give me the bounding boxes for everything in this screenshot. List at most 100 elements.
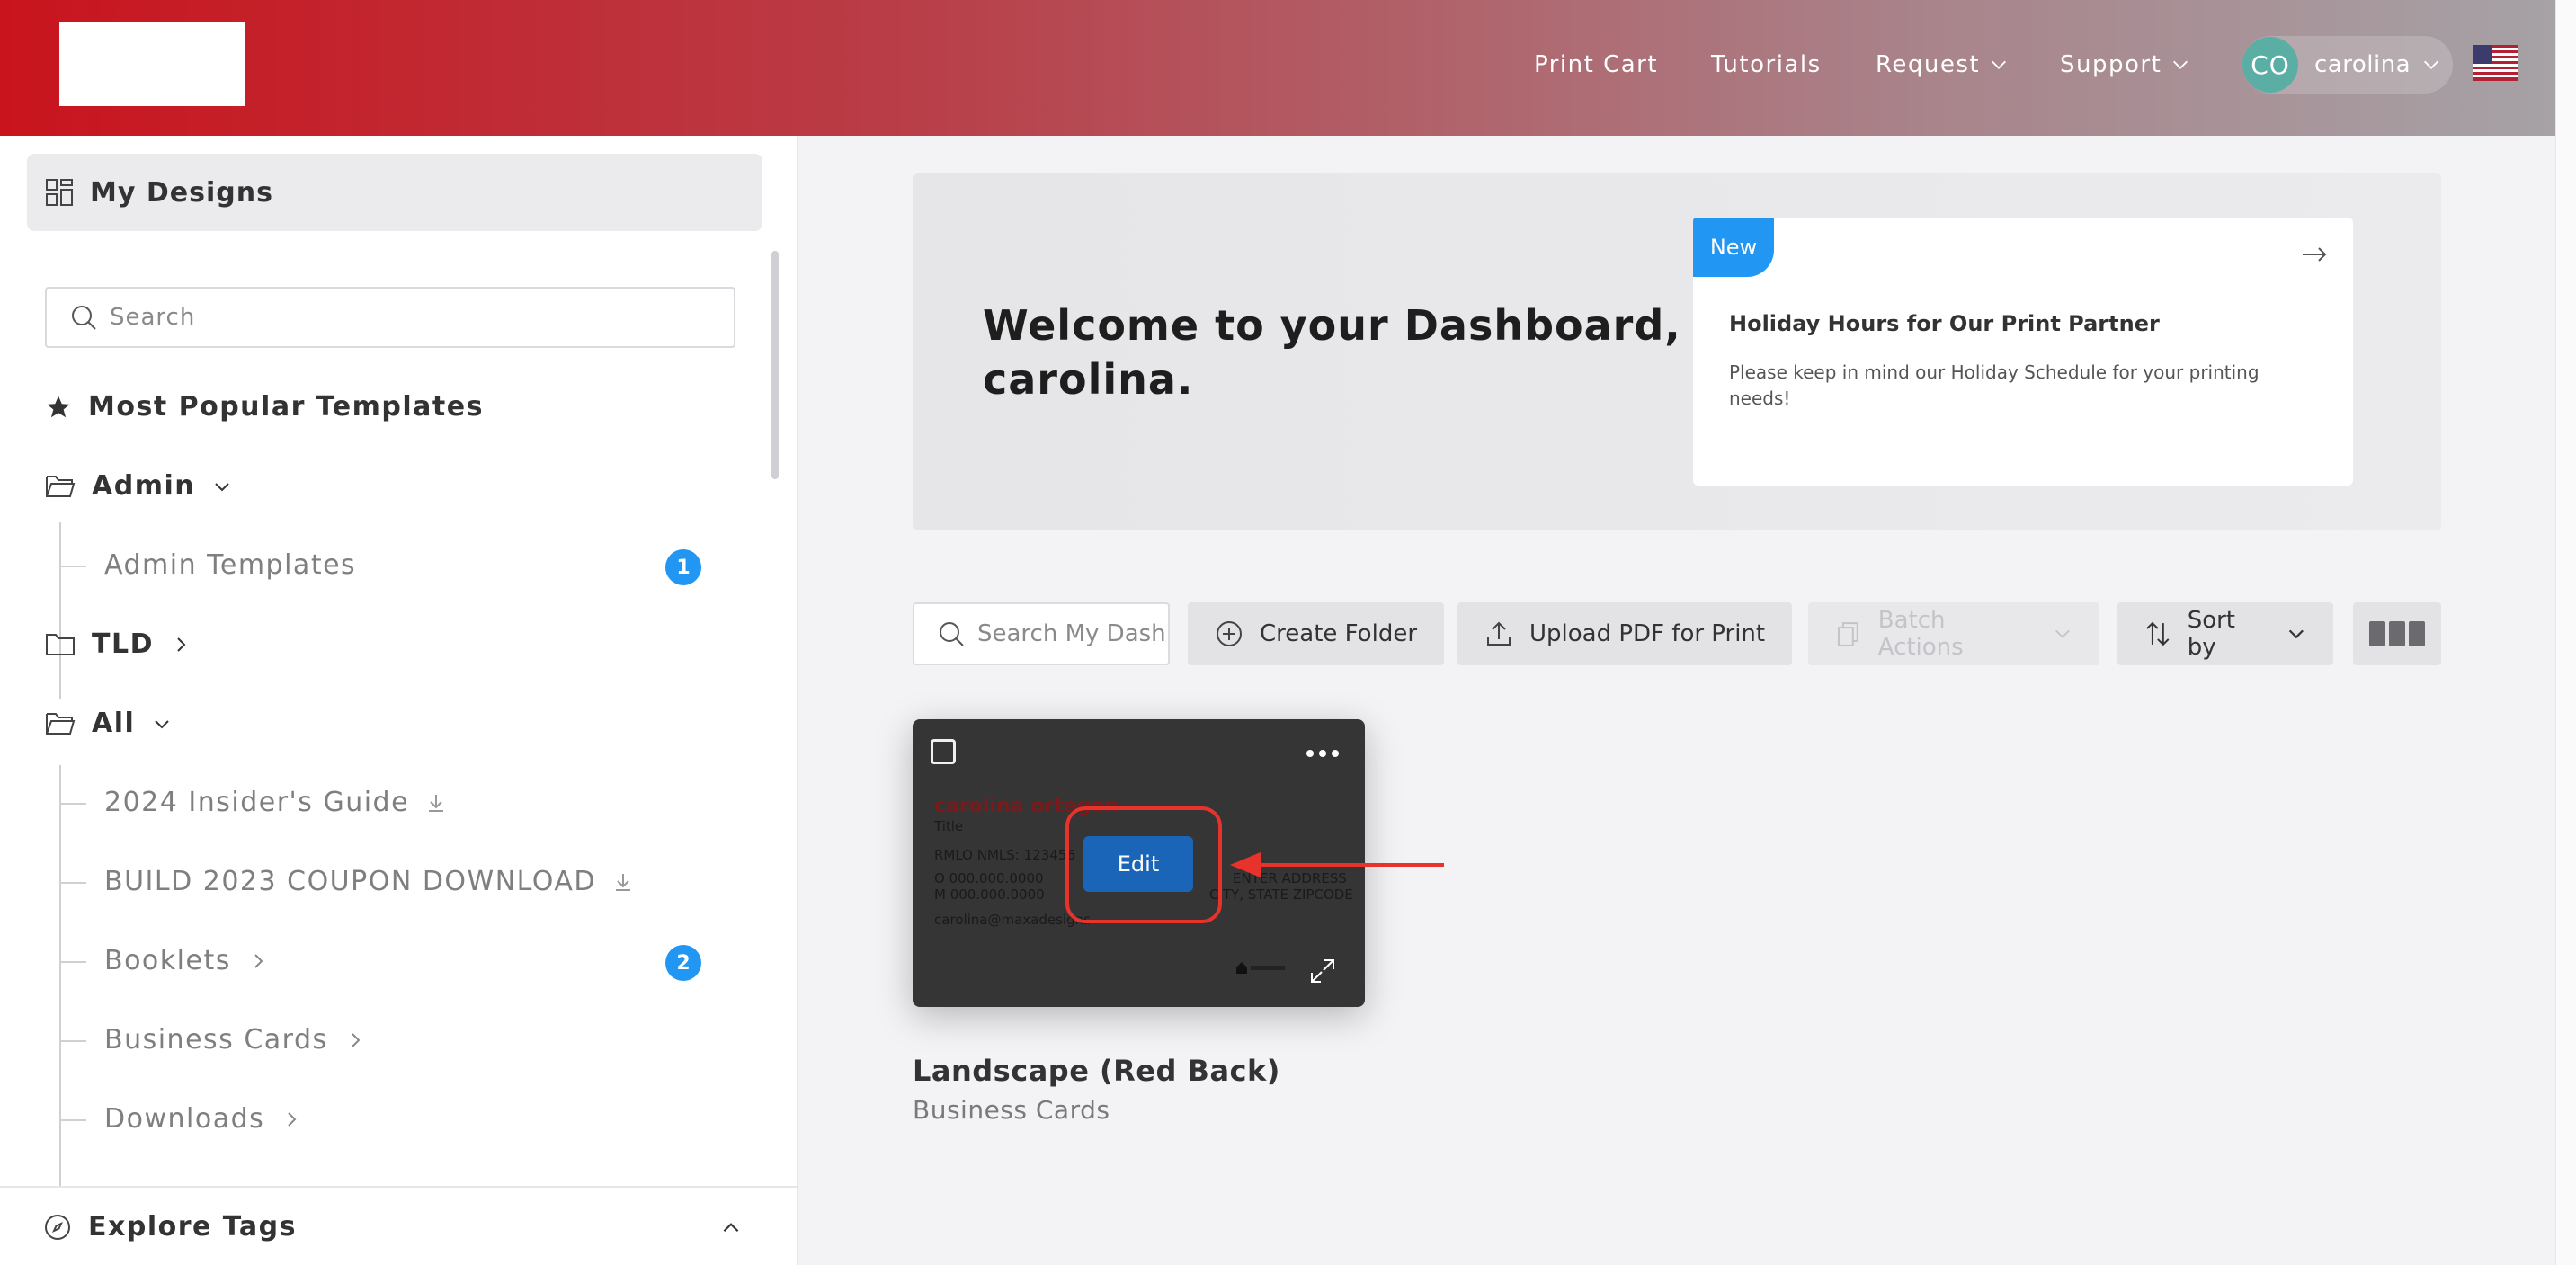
create-folder-button[interactable]: Create Folder [1188, 602, 1445, 665]
preview-nmls: RMLO NMLS: 123456 [934, 847, 1075, 863]
view-column-icon [2409, 621, 2425, 646]
chevron-down-icon [215, 482, 229, 491]
sidebar-item-business-cards[interactable]: Business Cards [104, 1024, 366, 1056]
batch-actions-label: Batch Actions [1877, 607, 1964, 661]
search-icon [72, 306, 96, 330]
select-checkbox[interactable] [931, 739, 956, 764]
sidebar-item-booklets[interactable]: Booklets [104, 945, 269, 976]
house-logo-icon [1236, 962, 1285, 974]
us-flag-icon[interactable] [2473, 45, 2518, 81]
sidebar-item-most-popular[interactable]: Most Popular Templates [45, 391, 484, 423]
sidebar-search [45, 287, 735, 348]
chevron-right-icon [288, 1111, 297, 1127]
nav-request-dropdown[interactable]: Request [1876, 47, 2009, 83]
sidebar-folder-tld[interactable]: TLD [45, 628, 192, 660]
tree-connector [59, 961, 86, 963]
chevron-up-icon[interactable] [719, 1216, 743, 1240]
sidebar-item-downloads[interactable]: Downloads [104, 1103, 302, 1135]
folder-icon [46, 633, 75, 655]
tree-connector [59, 1040, 86, 1042]
sidebar-item-admin-templates[interactable]: Admin Templates [104, 549, 356, 581]
chevron-down-icon [2424, 60, 2439, 69]
explore-tags-section[interactable]: Explore Tags [0, 1186, 797, 1265]
tree-connector [59, 566, 86, 567]
news-body: Please keep in mind our Holiday Schedule… [1729, 361, 2260, 409]
sidebar: My Designs Most Popular Templates Admin … [0, 136, 798, 1265]
search-icon [940, 622, 964, 646]
user-menu[interactable]: CO carolina [2242, 36, 2453, 94]
chevron-right-icon [254, 953, 263, 968]
sidebar-search-input[interactable] [110, 304, 703, 331]
dashboard-search [913, 602, 1170, 665]
tree-connector [59, 803, 86, 805]
upload-icon [1487, 621, 1511, 646]
compass-icon [45, 1214, 70, 1240]
arrow-right-icon[interactable] [2299, 239, 2330, 270]
sidebar-item-label: BUILD 2023 COUPON DOWNLOAD [104, 866, 596, 897]
chevron-down-icon [2055, 629, 2071, 638]
annotation-arrow-icon [1230, 852, 1444, 877]
chevron-down-icon [155, 719, 170, 728]
sidebar-item-label: Downloads [104, 1103, 265, 1135]
new-badge: New [1693, 218, 1774, 277]
nav-request-label: Request [1876, 51, 1981, 78]
avatar: CO [2242, 37, 2298, 93]
sidebar-item-label: Booklets [104, 945, 231, 976]
news-card[interactable]: New Holiday Hours for Our Print Partner … [1693, 218, 2353, 486]
chevron-down-icon [2289, 629, 2304, 639]
sidebar-scrollbar[interactable] [771, 251, 779, 479]
explore-tags-label: Explore Tags [88, 1211, 297, 1243]
view-column-icon [2369, 621, 2385, 646]
company-logo[interactable] [59, 22, 245, 106]
upload-pdf-button[interactable]: Upload PDF for Print [1457, 602, 1793, 665]
plus-circle-icon [1217, 621, 1242, 646]
expand-icon[interactable] [1308, 957, 1337, 985]
sidebar-item-label: Business Cards [104, 1024, 328, 1056]
sidebar-item-label: Most Popular Templates [88, 391, 484, 423]
star-icon [47, 396, 70, 417]
sort-icon [2146, 621, 2170, 646]
nav-print-cart[interactable]: Print Cart [1534, 47, 1658, 83]
preview-office: O 000.000.0000 [934, 870, 1044, 886]
design-title[interactable]: Landscape (Red Back) [913, 1054, 1280, 1088]
my-designs-button[interactable]: My Designs [27, 154, 762, 231]
nav-tutorials-label: Tutorials [1711, 51, 1822, 78]
sidebar-item-label: All [92, 708, 136, 739]
chevron-down-icon [1992, 60, 2007, 69]
grid-icon [46, 179, 73, 206]
user-name: carolina [2314, 51, 2411, 78]
dashboard-search-input[interactable] [977, 620, 1166, 647]
preview-email: carolina@maxadesigns [934, 912, 1091, 928]
welcome-title: Welcome to your Dashboard, carolina. [983, 301, 1681, 404]
tree-connector [59, 1119, 86, 1121]
preview-address-line2: CITY, STATE ZIPCODE [1209, 886, 1353, 903]
upload-pdf-label: Upload PDF for Print [1529, 620, 1766, 647]
create-folder-label: Create Folder [1260, 620, 1418, 647]
chevron-right-icon [177, 637, 186, 652]
sidebar-folder-admin[interactable]: Admin [45, 470, 233, 502]
view-toggle-button[interactable] [2353, 602, 2441, 665]
tree-connector [59, 765, 61, 1251]
news-title: Holiday Hours for Our Print Partner [1729, 311, 2160, 336]
nav-support-dropdown[interactable]: Support [2060, 47, 2190, 83]
download-icon [429, 794, 444, 812]
sort-by-button[interactable]: Sort by [2117, 602, 2333, 665]
nav-print-cart-label: Print Cart [1534, 51, 1659, 78]
design-category: Business Cards [913, 1095, 1110, 1125]
sidebar-item-insiders-guide[interactable]: 2024 Insider's Guide [104, 787, 447, 818]
sidebar-item-build-coupon[interactable]: BUILD 2023 COUPON DOWNLOAD [104, 866, 634, 897]
sidebar-item-label: Admin Templates [104, 549, 357, 581]
nav-tutorials[interactable]: Tutorials [1711, 47, 1822, 83]
batch-actions-button: Batch Actions [1808, 602, 2099, 665]
preview-title: Title [934, 818, 964, 834]
sidebar-folder-all[interactable]: All [45, 708, 173, 739]
view-column-icon [2389, 621, 2405, 646]
chevron-down-icon [2173, 60, 2188, 69]
count-badge: 2 [665, 945, 701, 981]
tree-connector [59, 522, 61, 699]
welcome-banner: Welcome to your Dashboard, carolina. New… [913, 173, 2441, 530]
more-options-icon[interactable] [1306, 750, 1339, 757]
page-scrollbar[interactable] [2555, 0, 2576, 1265]
folder-open-icon [46, 475, 76, 497]
folder-open-icon [46, 712, 76, 735]
